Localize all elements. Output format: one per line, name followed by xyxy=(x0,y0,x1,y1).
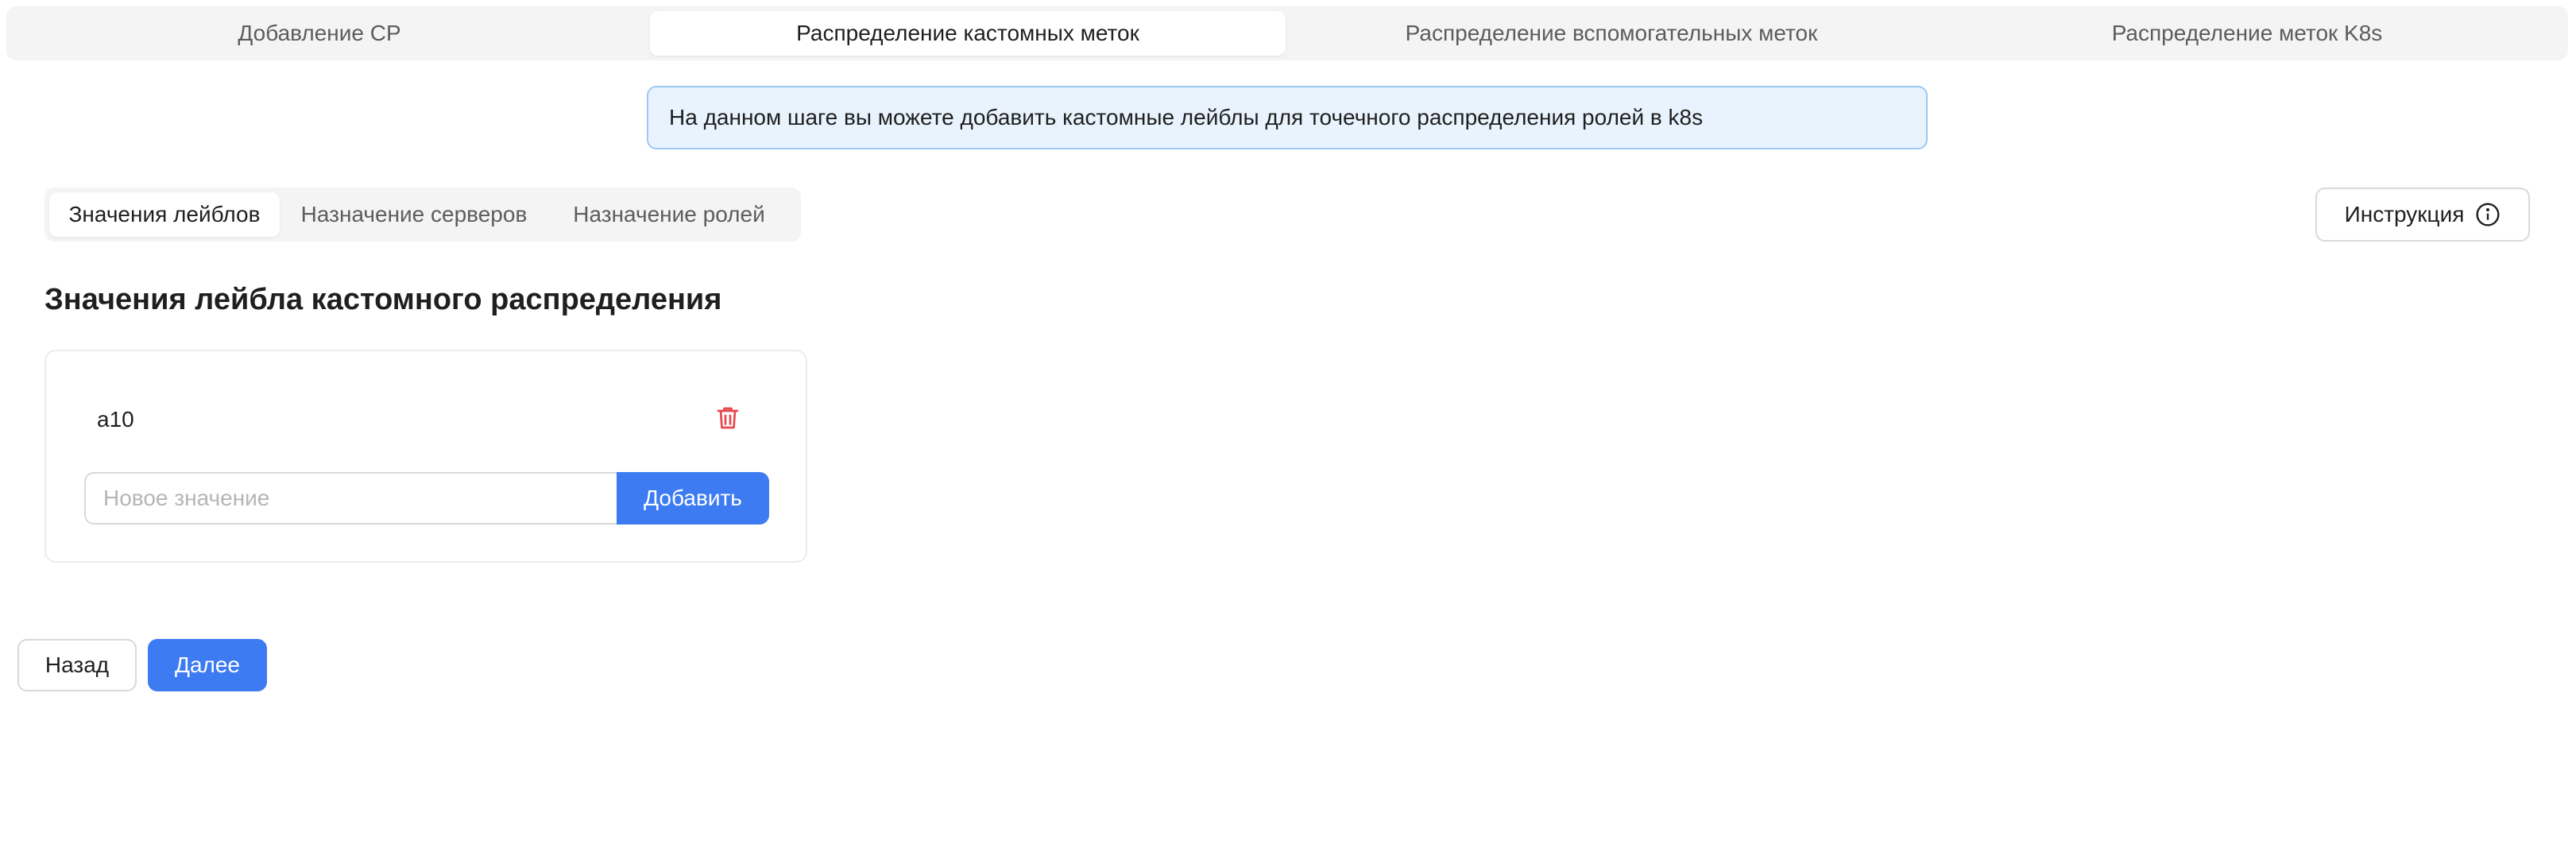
sub-tabs: Значения лейблов Назначение серверов Наз… xyxy=(44,188,801,242)
trash-icon[interactable] xyxy=(714,404,742,432)
label-values-card: a10 Добавить xyxy=(44,350,807,563)
add-button[interactable]: Добавить xyxy=(617,472,769,525)
label-value-item: a10 xyxy=(97,407,134,432)
instruction-button-label: Инструкция xyxy=(2344,202,2465,226)
subtab-server-assignment[interactable]: Назначение серверов xyxy=(283,192,545,237)
step-tabs: Добавление СР Распределение кастомных ме… xyxy=(6,6,2568,60)
subtab-role-assignment[interactable]: Назначение ролей xyxy=(550,192,788,237)
back-button[interactable]: Назад xyxy=(17,639,137,691)
step-tab-custom-labels[interactable]: Распределение кастомных меток xyxy=(650,11,1286,56)
info-banner: На данном шаге вы можете добавить кастом… xyxy=(647,86,1928,149)
next-button[interactable]: Далее xyxy=(148,639,267,691)
info-banner-text: На данном шаге вы можете добавить кастом… xyxy=(669,105,1704,130)
subtab-label-values[interactable]: Значения лейблов xyxy=(49,192,280,237)
step-tab-k8s-labels[interactable]: Распределение меток K8s xyxy=(1929,11,2565,56)
step-tab-add-sr[interactable]: Добавление СР xyxy=(10,11,629,56)
new-value-input[interactable] xyxy=(84,472,617,525)
instruction-button[interactable]: Инструкция xyxy=(2315,188,2530,242)
info-circle-icon xyxy=(2476,203,2500,226)
step-tab-auxiliary-labels[interactable]: Распределение вспомогательных меток xyxy=(1294,11,1929,56)
section-title: Значения лейбла кастомного распределения xyxy=(44,283,722,316)
add-value-row: Добавить xyxy=(84,472,769,525)
